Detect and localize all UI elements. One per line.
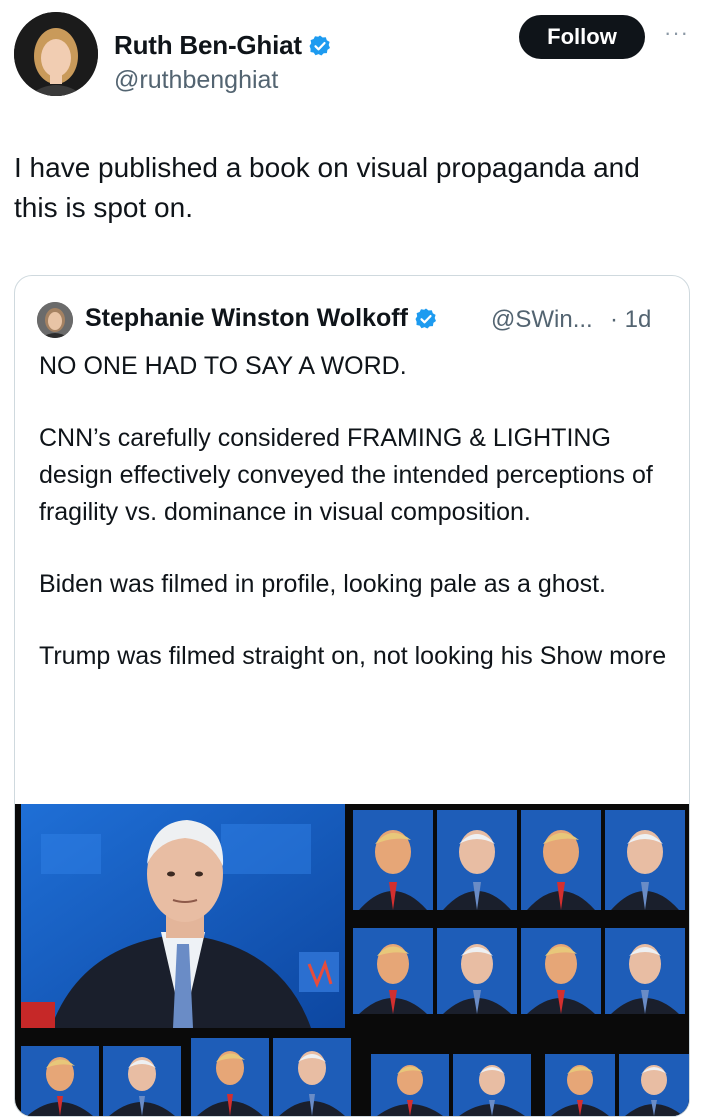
author-handle[interactable]: @ruthbenghiat bbox=[114, 66, 278, 95]
quote-paragraph: CNN’s carefully considered FRAMING & LIG… bbox=[39, 424, 653, 526]
quote-body: NO ONE HAD TO SAY A WORD. CNN’s carefull… bbox=[39, 348, 671, 710]
quoted-tweet[interactable]: Stephanie Winston Wolkoff @SWin... · 1d … bbox=[14, 275, 690, 1117]
tweet: Ruth Ben-Ghiat @ruthbenghiat Follow ··· … bbox=[0, 0, 706, 1117]
quote-paragraph-last: Trump was filmed straight on, not lookin… bbox=[39, 638, 671, 675]
quote-timestamp[interactable]: · 1d bbox=[610, 306, 651, 334]
tweet-header: Ruth Ben-Ghiat @ruthbenghiat Follow ··· bbox=[14, 12, 692, 102]
quote-author-avatar[interactable] bbox=[37, 302, 73, 338]
tweet-text: I have published a book on visual propag… bbox=[14, 152, 640, 223]
verified-badge-icon bbox=[308, 34, 332, 58]
media-thumbnail bbox=[21, 1038, 689, 1116]
media-thumbnail bbox=[351, 928, 689, 1014]
quote-author-name[interactable]: Stephanie Winston Wolkoff bbox=[85, 304, 438, 333]
quote-paragraph: NO ONE HAD TO SAY A WORD. bbox=[39, 352, 407, 380]
quote-author-handle[interactable]: @SWin... bbox=[491, 306, 593, 334]
quote-media[interactable] bbox=[15, 804, 689, 1116]
media-thumbnail bbox=[351, 810, 689, 910]
show-more-link[interactable]: Show more bbox=[540, 642, 666, 670]
media-main-image bbox=[21, 804, 345, 1028]
quote-paragraph: Biden was filmed in profile, looking pal… bbox=[39, 570, 606, 598]
author-name-text: Ruth Ben-Ghiat bbox=[114, 30, 302, 60]
author-name[interactable]: Ruth Ben-Ghiat bbox=[114, 30, 332, 61]
more-options-icon[interactable]: ··· bbox=[664, 22, 694, 46]
quote-author-name-text: Stephanie Winston Wolkoff bbox=[85, 304, 408, 332]
author-avatar[interactable] bbox=[14, 12, 98, 96]
follow-button[interactable]: Follow bbox=[519, 15, 645, 59]
quote-paragraph-text: Trump was filmed straight on, not lookin… bbox=[39, 642, 533, 670]
verified-badge-icon bbox=[414, 307, 438, 331]
